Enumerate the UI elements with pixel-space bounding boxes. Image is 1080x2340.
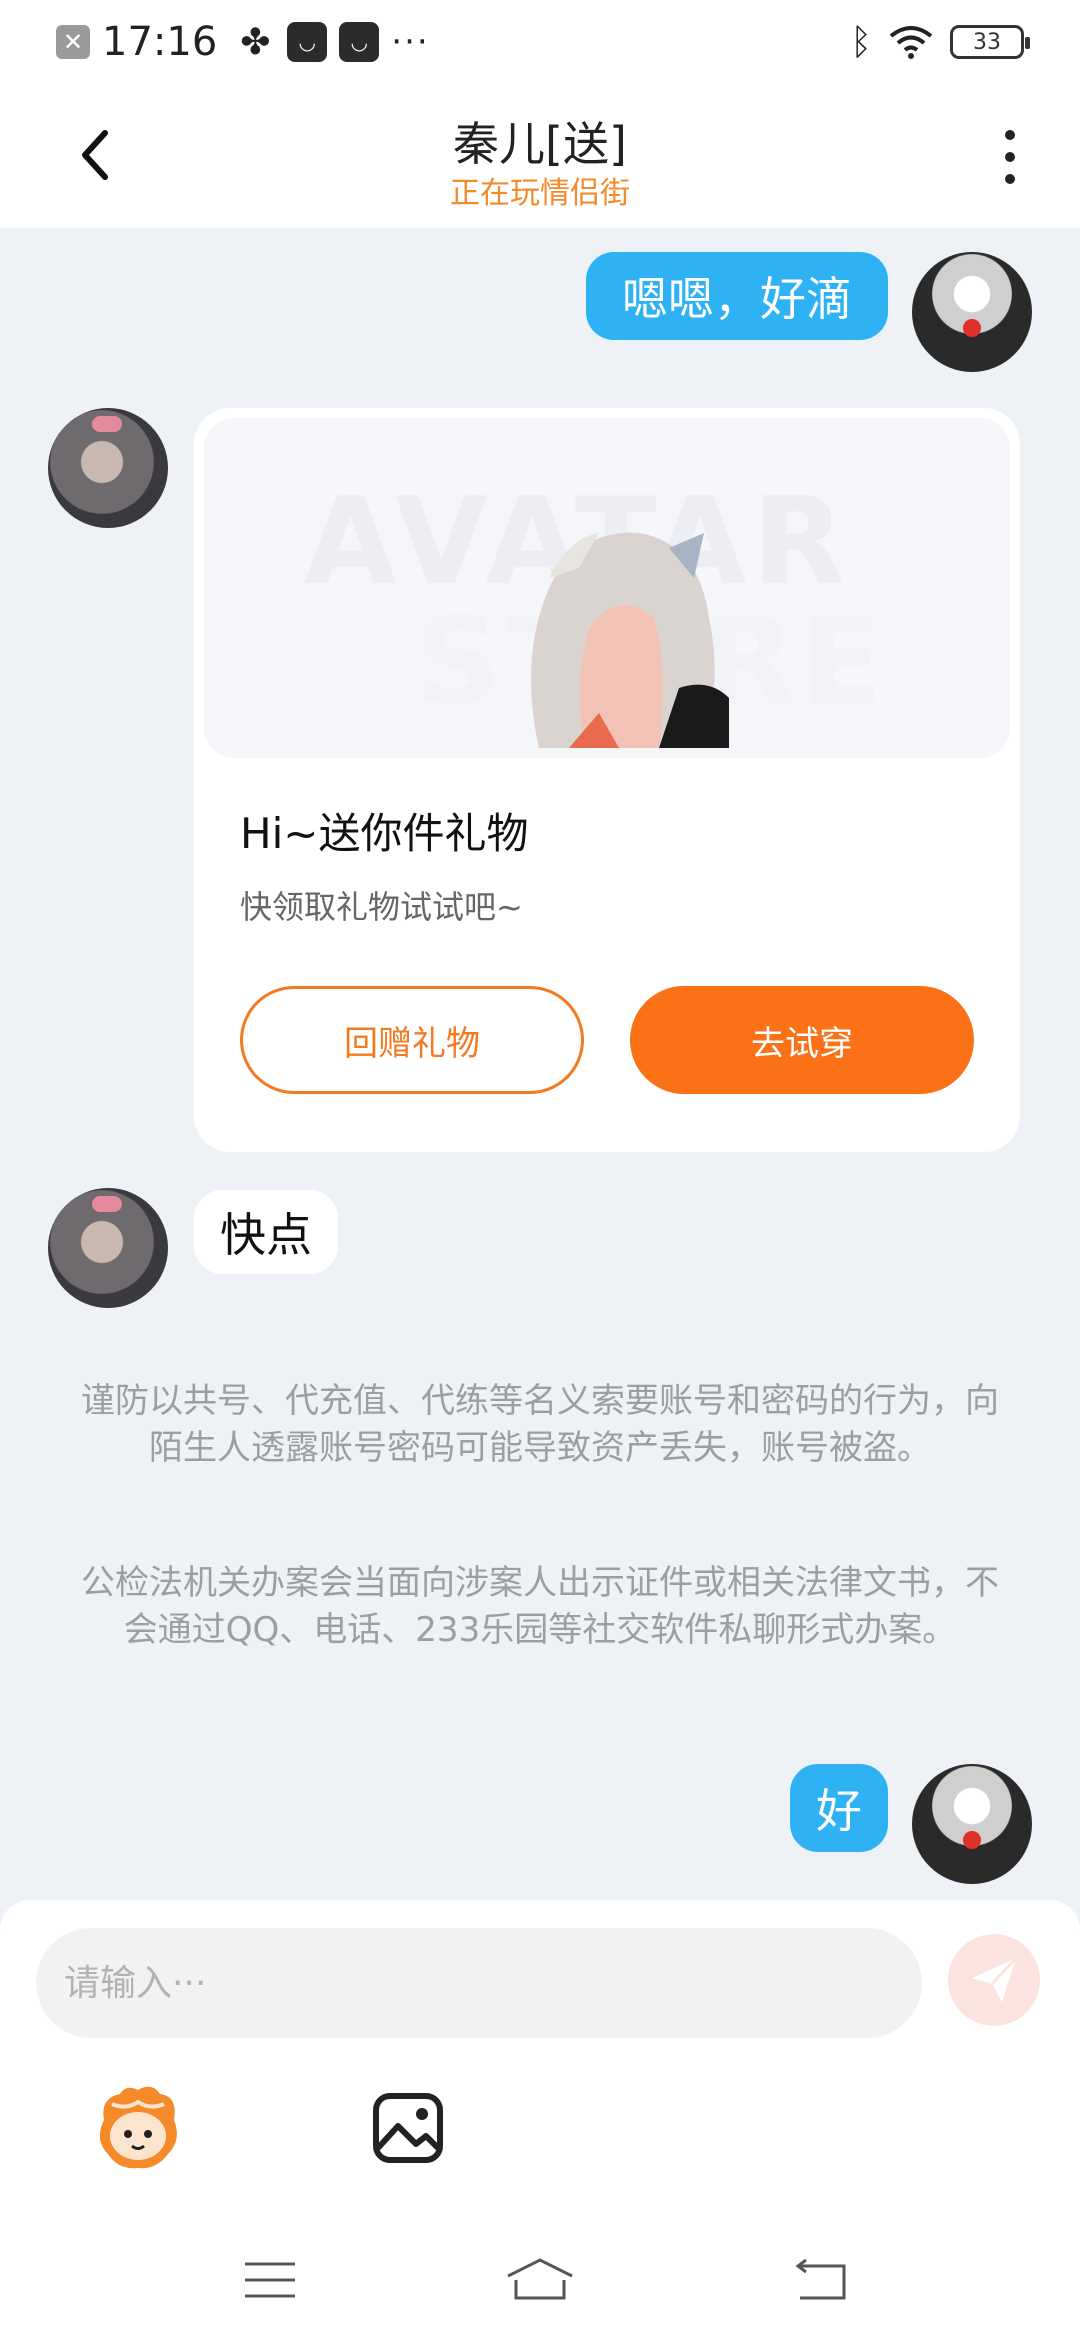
battery-level: 33 xyxy=(973,29,1001,55)
wifi-icon xyxy=(889,26,933,59)
home-icon xyxy=(507,2258,573,2300)
gift-subtitle: 快领取礼物试试吧~ xyxy=(240,888,523,926)
bag-icon: ◡ xyxy=(287,22,328,62)
return-icon xyxy=(795,2258,846,2300)
paper-plane-icon xyxy=(972,1956,1018,2002)
more-dot xyxy=(1005,152,1015,162)
emoji-button[interactable] xyxy=(90,2080,186,2176)
return-gift-button[interactable]: 回赠礼物 xyxy=(240,986,584,1094)
message-text: 好 xyxy=(816,1784,862,1838)
safety-notice: 谨防以共号、代充值、代练等名义索要账号和密码的行为，向陌生人透露账号密码可能导致… xyxy=(81,1381,999,1468)
chat-header: 秦儿[送] 正在玩情侣街 xyxy=(0,82,1080,228)
try-on-button[interactable]: 去试穿 xyxy=(630,986,974,1094)
bag-icon: ◡ xyxy=(339,22,380,62)
more-options-button[interactable] xyxy=(990,122,1030,192)
more-notifications-icon: ··· xyxy=(391,22,430,62)
image-icon xyxy=(373,2093,443,2163)
more-dot xyxy=(1005,130,1015,140)
message-text: 嗯嗯，好滴 xyxy=(622,272,852,326)
chat-status: 正在玩情侣街 xyxy=(450,176,630,211)
safety-notice: 公检法机关办案会当面向涉案人出示证件或相关法律文书，不会通过QQ、电话、233乐… xyxy=(81,1563,999,1650)
more-dot xyxy=(1005,174,1015,184)
back-nav-button[interactable] xyxy=(780,2240,860,2320)
mascot-emoji-icon xyxy=(99,2086,177,2169)
gift-preview-image: AVATAR STORE xyxy=(204,418,1010,758)
self-avatar[interactable] xyxy=(912,252,1032,372)
self-avatar[interactable] xyxy=(912,1764,1032,1884)
sent-message-bubble[interactable]: 好 xyxy=(790,1764,888,1852)
battery-icon: 33 xyxy=(950,25,1030,59)
menu-icon xyxy=(245,2262,295,2298)
sent-message-bubble[interactable]: 嗯嗯，好滴 xyxy=(586,252,888,340)
image-picker-button[interactable] xyxy=(366,2086,450,2170)
contact-avatar[interactable] xyxy=(48,1188,168,1308)
received-message-bubble[interactable]: 快点 xyxy=(194,1190,338,1274)
pinwheel-icon: ✤ xyxy=(240,21,271,63)
gift-card[interactable]: AVATAR STORE Hi~送你件礼物 快领取礼物试试吧~ 回赠礼物 去试穿 xyxy=(194,408,1020,1152)
message-text: 快点 xyxy=(220,1208,312,1262)
send-button[interactable] xyxy=(948,1934,1040,2026)
home-nav-button[interactable] xyxy=(500,2240,580,2320)
message-input[interactable] xyxy=(36,1928,922,2038)
contact-avatar[interactable] xyxy=(48,408,168,528)
gift-title: Hi~送你件礼物 xyxy=(240,809,529,858)
status-bar: ✕ 17:16 ✤ ◡ ◡ ··· ᛒ 33 xyxy=(0,0,1080,82)
bluetooth-icon: ᛒ xyxy=(850,21,872,63)
menu-nav-button[interactable] xyxy=(230,2240,310,2320)
chat-title: 秦儿[送] xyxy=(453,117,627,171)
avatar-character-image xyxy=(531,532,729,748)
status-time: 17:16 xyxy=(102,19,218,65)
system-nav-bar xyxy=(0,2220,1080,2340)
notification-off-icon: ✕ xyxy=(56,25,90,59)
